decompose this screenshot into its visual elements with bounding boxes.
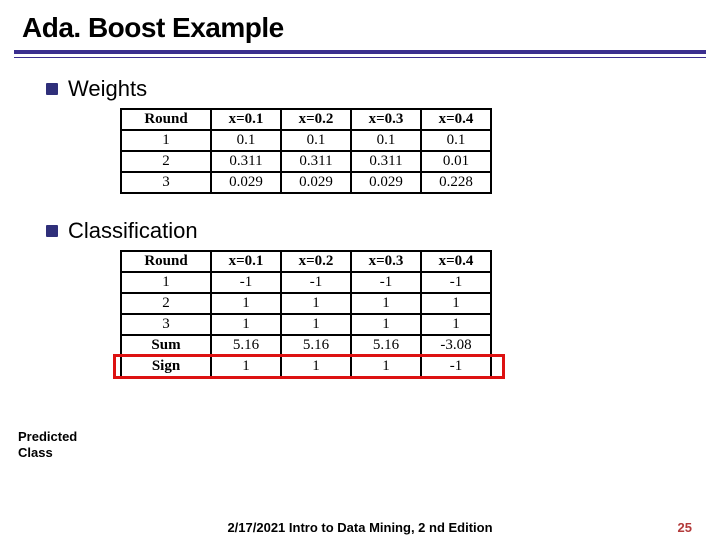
title-rule (14, 50, 706, 54)
cell: 3 (121, 172, 211, 193)
cell: 1 (421, 293, 491, 314)
slide-title: Ada. Boost Example (0, 0, 720, 50)
cell: 1 (211, 314, 281, 335)
col-x02: x=0.2 (281, 251, 351, 272)
cell: -1 (281, 272, 351, 293)
cell: -1 (211, 272, 281, 293)
classification-table: Round x=0.1 x=0.2 x=0.3 x=0.4 1 -1 -1 -1… (120, 250, 492, 378)
col-round: Round (121, 251, 211, 272)
cell: 5.16 (211, 335, 281, 356)
predicted-class-label: Predicted Class (18, 429, 77, 460)
cell: 0.029 (351, 172, 421, 193)
cell: 2 (121, 293, 211, 314)
cell: 0.311 (281, 151, 351, 172)
bullet-classification: Classification (46, 218, 720, 244)
predicted-l2: Class (18, 445, 53, 460)
table-header-row: Round x=0.1 x=0.2 x=0.3 x=0.4 (121, 251, 491, 272)
table-row: 1 0.1 0.1 0.1 0.1 (121, 130, 491, 151)
cell: -1 (351, 272, 421, 293)
cell: 1 (281, 293, 351, 314)
cell: 5.16 (351, 335, 421, 356)
cell: 0.1 (421, 130, 491, 151)
col-x01: x=0.1 (211, 109, 281, 130)
cell: 5.16 (281, 335, 351, 356)
cell: -1 (421, 272, 491, 293)
cell: 1 (351, 293, 421, 314)
bullet-classification-label: Classification (68, 218, 198, 244)
cell: 0.311 (211, 151, 281, 172)
bullet-weights: Weights (46, 76, 720, 102)
classification-table-wrap: Round x=0.1 x=0.2 x=0.3 x=0.4 1 -1 -1 -1… (120, 250, 720, 378)
cell: 0.1 (351, 130, 421, 151)
cell: 2 (121, 151, 211, 172)
cell: 1 (421, 314, 491, 335)
table-sum-row: Sum 5.16 5.16 5.16 -3.08 (121, 335, 491, 356)
cell: 0.1 (281, 130, 351, 151)
bullet-weights-label: Weights (68, 76, 147, 102)
cell: 1 (211, 293, 281, 314)
cell: 0.311 (351, 151, 421, 172)
cell: 0.1 (211, 130, 281, 151)
cell: 1 (121, 130, 211, 151)
table-row: 1 -1 -1 -1 -1 (121, 272, 491, 293)
col-x03: x=0.3 (351, 251, 421, 272)
footer-text: 2/17/2021 Intro to Data Mining, 2 nd Edi… (227, 520, 492, 535)
cell: 1 (121, 272, 211, 293)
col-x01: x=0.1 (211, 251, 281, 272)
col-round: Round (121, 109, 211, 130)
sign-label: Sign (121, 356, 211, 377)
bullet-icon (46, 225, 58, 237)
table-row: 3 1 1 1 1 (121, 314, 491, 335)
page-number: 25 (678, 520, 692, 535)
title-subrule (14, 57, 706, 58)
predicted-l1: Predicted (18, 429, 77, 444)
table-row: 2 1 1 1 1 (121, 293, 491, 314)
cell: 0.029 (211, 172, 281, 193)
cell: 3 (121, 314, 211, 335)
col-x02: x=0.2 (281, 109, 351, 130)
table-row: 2 0.311 0.311 0.311 0.01 (121, 151, 491, 172)
sum-label: Sum (121, 335, 211, 356)
col-x03: x=0.3 (351, 109, 421, 130)
bullet-icon (46, 83, 58, 95)
table-sign-row: Sign 1 1 1 -1 (121, 356, 491, 377)
cell: 0.01 (421, 151, 491, 172)
cell: 1 (281, 356, 351, 377)
table-row: 3 0.029 0.029 0.029 0.228 (121, 172, 491, 193)
weights-table-wrap: Round x=0.1 x=0.2 x=0.3 x=0.4 1 0.1 0.1 … (120, 108, 720, 194)
cell: 0.228 (421, 172, 491, 193)
cell: -1 (421, 356, 491, 377)
cell: 0.029 (281, 172, 351, 193)
cell: 1 (351, 356, 421, 377)
cell: -3.08 (421, 335, 491, 356)
col-x04: x=0.4 (421, 251, 491, 272)
cell: 1 (211, 356, 281, 377)
table-header-row: Round x=0.1 x=0.2 x=0.3 x=0.4 (121, 109, 491, 130)
col-x04: x=0.4 (421, 109, 491, 130)
weights-table: Round x=0.1 x=0.2 x=0.3 x=0.4 1 0.1 0.1 … (120, 108, 492, 194)
cell: 1 (281, 314, 351, 335)
cell: 1 (351, 314, 421, 335)
